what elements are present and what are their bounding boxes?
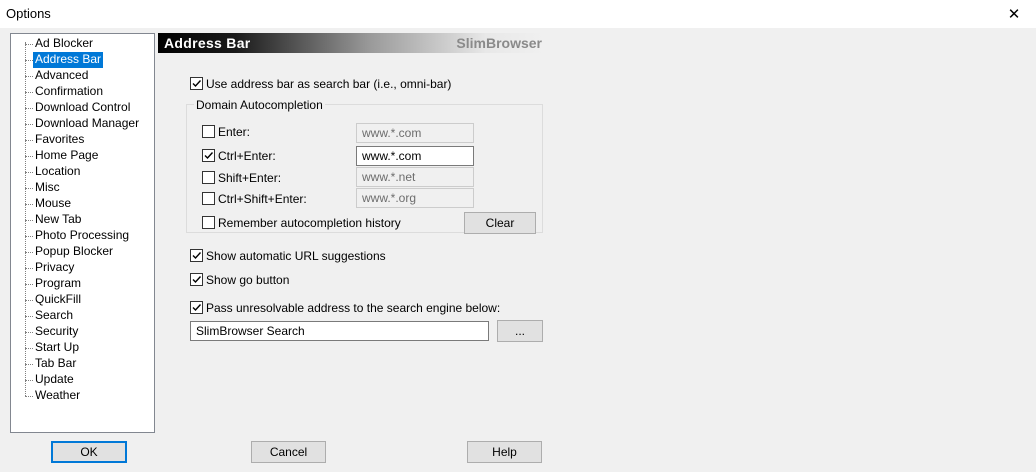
enter-label: Enter: — [218, 125, 251, 139]
section-title: Address Bar — [164, 35, 251, 51]
remember-history-checkbox[interactable] — [202, 216, 215, 229]
brand-label: SlimBrowser — [456, 35, 542, 51]
close-button[interactable]: ✕ — [992, 0, 1036, 28]
cancel-button[interactable]: Cancel — [251, 441, 326, 463]
ok-button[interactable]: OK — [51, 441, 127, 463]
ctrl-shift-enter-checkbox[interactable] — [202, 192, 215, 205]
tree-connector-tick — [25, 252, 33, 253]
tree-connector-tick — [25, 364, 33, 365]
tree-item-download-control[interactable]: Download Control — [33, 100, 132, 116]
ctrl-enter-suffix-field[interactable]: www.*.com — [356, 146, 474, 166]
tree-connector-tick — [25, 220, 33, 221]
browse-button[interactable]: ... — [497, 320, 543, 342]
remember-history-label: Remember autocompletion history — [218, 216, 401, 230]
tree-item-program[interactable]: Program — [33, 276, 83, 292]
tree-connector-tick — [25, 348, 33, 349]
tree-item-popup-blocker[interactable]: Popup Blocker — [33, 244, 115, 260]
ctrl-enter-label: Ctrl+Enter: — [218, 149, 276, 163]
tree-connector-tick — [25, 236, 33, 237]
tree-connector-tick — [25, 60, 33, 61]
tree-item-start-up[interactable]: Start Up — [33, 340, 81, 356]
go-button-label: Show go button — [206, 273, 290, 287]
omnibar-label: Use address bar as search bar (i.e., omn… — [206, 77, 452, 91]
tree-connector-tick — [25, 156, 33, 157]
tree-connector-tick — [25, 108, 33, 109]
tree-item-location[interactable]: Location — [33, 164, 82, 180]
tree-connector-tick — [25, 76, 33, 77]
shift-enter-label: Shift+Enter: — [218, 171, 282, 185]
tree-connector-tick — [25, 188, 33, 189]
url-suggestions-label: Show automatic URL suggestions — [206, 249, 386, 263]
tree-item-update[interactable]: Update — [33, 372, 76, 388]
category-tree[interactable]: Ad Blocker Address Bar Advanced Confirmatio… — [10, 33, 155, 433]
shift-enter-suffix-field[interactable]: www.*.net — [356, 167, 474, 187]
ctrl-shift-enter-label: Ctrl+Shift+Enter: — [218, 192, 307, 206]
tree-connector-tick — [25, 268, 33, 269]
enter-checkbox[interactable] — [202, 125, 215, 138]
tree-connector-tick — [25, 300, 33, 301]
section-header: Address Bar SlimBrowser — [158, 33, 544, 53]
tree-connector-tick — [25, 204, 33, 205]
tree-item-favorites[interactable]: Favorites — [33, 132, 86, 148]
tree-item-advanced[interactable]: Advanced — [33, 68, 90, 84]
tree-connector — [25, 42, 26, 396]
tree-item-new-tab[interactable]: New Tab — [33, 212, 83, 228]
url-suggestions-checkbox[interactable] — [190, 249, 203, 262]
title-bar: Options ✕ — [0, 0, 1036, 28]
tree-connector-tick — [25, 124, 33, 125]
tree-connector-tick — [25, 380, 33, 381]
pass-unresolvable-checkbox[interactable] — [190, 301, 203, 314]
omnibar-checkbox[interactable] — [190, 77, 203, 90]
help-button[interactable]: Help — [467, 441, 542, 463]
tree-connector-tick — [25, 396, 33, 397]
checkmark-icon — [192, 304, 202, 312]
checkmark-icon — [192, 252, 202, 260]
checkmark-icon — [192, 80, 202, 88]
ctrl-enter-checkbox[interactable] — [202, 149, 215, 162]
dialog-body — [0, 28, 1036, 472]
window-title: Options — [6, 6, 51, 21]
checkmark-icon — [204, 152, 214, 160]
tree-item-privacy[interactable]: Privacy — [33, 260, 76, 276]
tree-item-search[interactable]: Search — [33, 308, 75, 324]
tree-connector-tick — [25, 44, 33, 45]
tree-item-home-page[interactable]: Home Page — [33, 148, 100, 164]
shift-enter-checkbox[interactable] — [202, 171, 215, 184]
search-engine-field[interactable]: SlimBrowser Search — [190, 321, 489, 341]
tree-connector-tick — [25, 140, 33, 141]
tree-connector-tick — [25, 332, 33, 333]
tree-item-misc[interactable]: Misc — [33, 180, 62, 196]
tree-item-quickfill[interactable]: QuickFill — [33, 292, 83, 308]
pass-unresolvable-label: Pass unresolvable address to the search … — [206, 301, 501, 315]
ctrl-shift-enter-suffix-field[interactable]: www.*.org — [356, 188, 474, 208]
tree-item-address-bar[interactable]: Address Bar — [33, 52, 104, 68]
tree-item-download-manager[interactable]: Download Manager — [33, 116, 141, 132]
tree-item-ad-blocker[interactable]: Ad Blocker — [33, 36, 95, 52]
close-icon: ✕ — [1007, 6, 1021, 23]
tree-item-mouse[interactable]: Mouse — [33, 196, 73, 212]
tree-connector-tick — [25, 284, 33, 285]
go-button-checkbox[interactable] — [190, 273, 203, 286]
tree-connector-tick — [25, 316, 33, 317]
tree-item-photo-processing[interactable]: Photo Processing — [33, 228, 131, 244]
tree-item-security[interactable]: Security — [33, 324, 80, 340]
tree-item-tab-bar[interactable]: Tab Bar — [33, 356, 78, 372]
tree-item-confirmation[interactable]: Confirmation — [33, 84, 105, 100]
tree-connector-tick — [25, 172, 33, 173]
tree-connector-tick — [25, 92, 33, 93]
group-title: Domain Autocompletion — [194, 98, 325, 112]
enter-suffix-field[interactable]: www.*.com — [356, 123, 474, 143]
clear-button[interactable]: Clear — [464, 212, 536, 234]
tree-item-weather[interactable]: Weather — [33, 388, 82, 404]
checkmark-icon — [192, 276, 202, 284]
